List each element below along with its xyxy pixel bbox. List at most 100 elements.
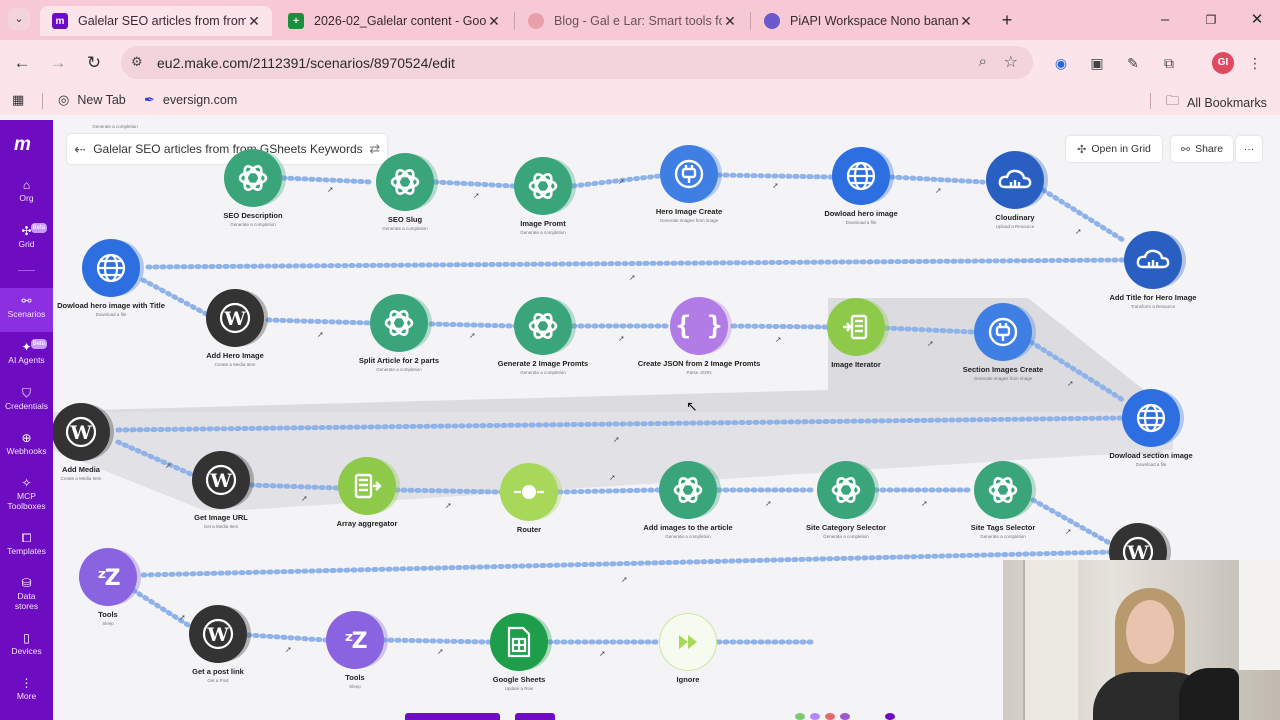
profile-avatar[interactable]: GI (1212, 52, 1234, 74)
module-cloudinary[interactable] (986, 151, 1044, 209)
module-add-title-hero[interactable] (1124, 231, 1182, 289)
close-icon[interactable]: ✕ (246, 13, 262, 30)
module-seo-slug[interactable] (376, 153, 434, 211)
sidebar-item-scenarios[interactable]: ⚯ Scenarios (0, 288, 53, 332)
bookmark-star-icon[interactable]: ☆ (1004, 52, 1018, 72)
module-get-post-link[interactable]: W (189, 605, 247, 663)
sidebar-item-mcp[interactable]: ✧ MCP Toolboxes (0, 477, 53, 511)
minimize-icon[interactable]: – (1150, 8, 1180, 32)
sidebar-label: Webhooks (6, 446, 47, 456)
site-info-icon[interactable]: ⚙ (131, 54, 143, 70)
menu-dots-icon[interactable]: ⋮ (1244, 52, 1266, 74)
bookmark-eversign[interactable]: ✒ eversign.com (144, 92, 237, 108)
module-create-json[interactable]: { } (670, 297, 728, 355)
module-add-hero-image[interactable]: W (206, 289, 264, 347)
reload-icon[interactable]: ↻ (82, 51, 106, 75)
tab-1[interactable]: + 2026-02_Galelar content - Goo ✕ (276, 6, 512, 36)
filter-marker: ➚ (317, 330, 324, 339)
module-router[interactable] (500, 463, 558, 521)
divider (1150, 93, 1151, 109)
module-label: Router (516, 525, 542, 534)
module-array-aggregator[interactable] (338, 457, 396, 515)
module-seo-description[interactable] (224, 149, 282, 207)
tool-dot[interactable] (885, 713, 895, 720)
make-logo[interactable]: m (14, 134, 31, 156)
scenario-name[interactable]: Galelar SEO articles from from GSheets K… (93, 142, 362, 156)
close-icon[interactable]: ✕ (722, 13, 738, 30)
module-site-category-selector[interactable] (817, 461, 875, 519)
module-image-promt[interactable] (514, 157, 572, 215)
sidebar-item-grid[interactable]: Beta ✣ Grid (0, 223, 53, 249)
filter-marker: ➚ (775, 335, 782, 344)
close-icon[interactable]: ✕ (486, 13, 502, 30)
sidebar-item-ai-agents[interactable]: Beta ✦ AI Agents (0, 339, 53, 365)
module-ignore[interactable] (659, 613, 717, 671)
module-site-tags-selector[interactable] (974, 461, 1032, 519)
back-arrow-icon[interactable]: ← (10, 51, 34, 75)
tool-dot[interactable] (840, 713, 850, 720)
schedule-button[interactable] (515, 713, 555, 720)
window-close-icon[interactable]: ✕ (1242, 8, 1272, 32)
close-icon[interactable]: ✕ (958, 13, 974, 30)
tab-divider (514, 12, 515, 30)
all-bookmarks[interactable]: 🗀 All Bookmarks (1166, 92, 1267, 114)
open-in-grid-button[interactable]: ✣ Open in Grid (1066, 136, 1162, 162)
back-circle-icon[interactable]: ⇠ (67, 141, 93, 158)
sidebar-item-more[interactable]: ⋮ More (0, 677, 53, 701)
folder-icon: 🗀 (1166, 93, 1180, 108)
sidebar-item-org[interactable]: ⌂ Org (0, 179, 53, 203)
camera-icon[interactable]: ▣ (1086, 52, 1108, 74)
module-label: Image Iterator (831, 360, 881, 369)
scenario-name-bar[interactable]: ⇠ Galelar SEO articles from from GSheets… (67, 134, 387, 164)
piapi-icon (764, 13, 780, 29)
connection (570, 173, 662, 189)
module-dowload-section-image[interactable] (1122, 389, 1180, 447)
new-tab-plus-icon[interactable]: + (992, 8, 1022, 32)
module-tools-2[interactable]: ᶻZ (326, 611, 384, 669)
module-image-iterator[interactable] (827, 298, 885, 356)
zoom-icon[interactable]: ⌕ (979, 53, 987, 70)
module-google-sheets[interactable] (490, 613, 548, 671)
module-dowload-hero-title[interactable] (82, 239, 140, 297)
address-bar[interactable]: ⚙ eu2.make.com/2112391/scenarios/8970524… (121, 46, 1033, 79)
module-get-image-url[interactable]: W (192, 451, 250, 509)
tab-2[interactable]: Blog - Gal e Lar: Smart tools fo ✕ (516, 6, 748, 36)
sidebar-item-devices[interactable]: ▯ Devices (0, 632, 53, 656)
more-options-button[interactable]: ··· (1236, 136, 1262, 162)
forward-arrow-icon[interactable]: → (46, 51, 70, 75)
tool-dot[interactable] (795, 713, 805, 720)
sidebar-item-credentials[interactable]: ⛉ Credentials (0, 387, 53, 411)
module-hero-image-create[interactable] (660, 145, 718, 203)
json-app-icon: { } (675, 311, 723, 341)
pen-icon[interactable]: ✎ (1122, 52, 1144, 74)
module-section-images-create[interactable] (974, 303, 1032, 361)
tab-search-chevron-icon[interactable]: ⌄ (8, 8, 30, 30)
module-action: Sleep (349, 684, 361, 689)
swap-icon[interactable]: ⇄ (363, 141, 387, 157)
share-button[interactable]: ⚯ Share (1171, 136, 1233, 162)
module-action: Download a file (1135, 462, 1167, 467)
sheets-app-icon (504, 625, 534, 659)
tab-0[interactable]: m Galelar SEO articles from from G ✕ (40, 6, 272, 36)
module-generate-2-prompts[interactable] (514, 297, 572, 355)
module-add-media[interactable]: W (53, 403, 110, 461)
module-action: Parse JSON (686, 370, 712, 375)
puzzle-icon[interactable]: ⧉ (1158, 52, 1180, 74)
sidebar-item-data-stores[interactable]: ⛁ Data stores (0, 577, 53, 611)
module-split-article[interactable] (370, 294, 428, 352)
sidebar-item-templates[interactable]: ⧠ Templates (0, 532, 53, 556)
module-action: Transform a Resource (1130, 304, 1176, 309)
extension-icon[interactable]: ◉ (1050, 52, 1072, 74)
tool-dot[interactable] (810, 713, 820, 720)
module-add-images-article[interactable] (659, 461, 717, 519)
run-once-button[interactable] (405, 713, 500, 720)
tool-dot[interactable] (825, 713, 835, 720)
module-dowload-hero-image[interactable] (832, 147, 890, 205)
bookmark-new-tab[interactable]: ◎ New Tab (58, 92, 126, 108)
module-tools-1[interactable]: ᶻZ (79, 548, 137, 606)
connection (245, 632, 328, 643)
sidebar-item-webhooks[interactable]: ⊕ Webhooks (0, 432, 53, 456)
tab-3[interactable]: PiAPI Workspace Nono banana ✕ (752, 6, 984, 36)
restore-icon[interactable]: ❐ (1196, 8, 1226, 32)
apps-grid-icon[interactable]: ▦ (12, 92, 32, 108)
